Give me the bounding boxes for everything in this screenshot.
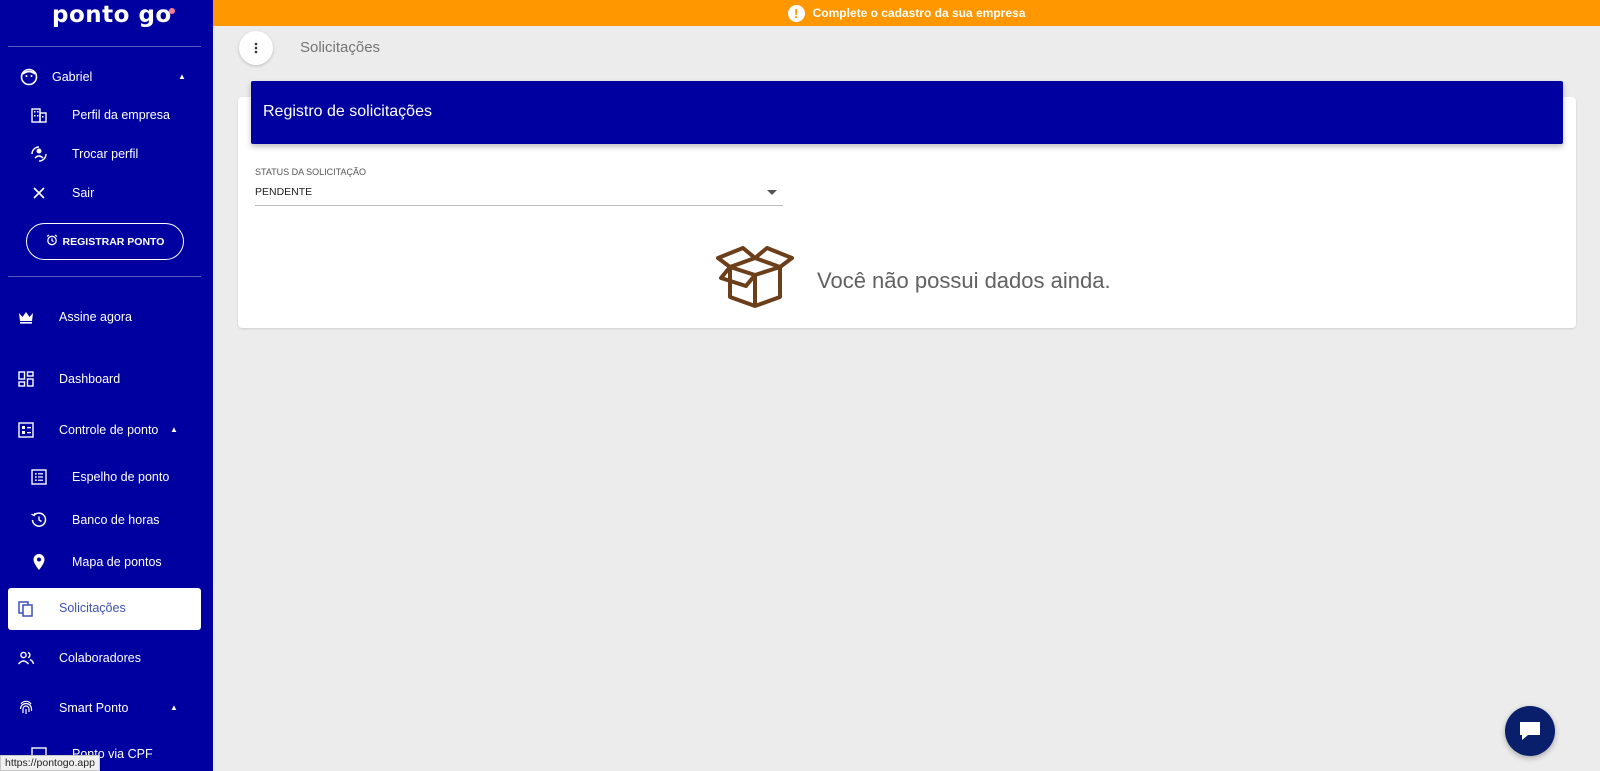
user-menu-toggle[interactable]: Gabriel ▲ xyxy=(0,60,213,94)
caret-up-icon: ▲ xyxy=(170,703,178,712)
sidebar-divider xyxy=(8,46,201,47)
building-icon xyxy=(29,105,49,125)
nav-label: Perfil da empresa xyxy=(72,108,170,122)
register-punch-label: REGISTRAR PONTO xyxy=(62,235,165,248)
nav-label: Espelho de ponto xyxy=(72,470,170,484)
empty-box-icon xyxy=(716,245,794,314)
status-filter-value: PENDENTE xyxy=(255,186,313,198)
nav-item-subscribe[interactable]: Assine agora xyxy=(0,300,213,334)
empty-state-text: Você não possui dados ainda. xyxy=(817,268,1111,293)
alert-icon: ! xyxy=(787,4,805,22)
more-options-button[interactable] xyxy=(239,31,273,65)
chat-bubble-icon xyxy=(1520,722,1540,740)
caret-up-icon: ▲ xyxy=(170,425,178,434)
history-icon xyxy=(29,510,49,530)
status-filter-select[interactable]: PENDENTE xyxy=(255,181,783,206)
browser-status-url: https://pontogo.app xyxy=(0,755,100,771)
card-title: Registro de solicitações xyxy=(263,103,432,120)
banner-text: Complete o cadastro da sua empresa xyxy=(812,6,1026,20)
crown-icon xyxy=(16,307,36,327)
nav-item-hour-bank[interactable]: Banco de horas xyxy=(0,503,213,537)
sidebar: ponto go Gabriel ▲ Perfil da empresa Tro… xyxy=(0,0,213,771)
copy-icon xyxy=(16,599,36,619)
nav-label: Mapa de pontos xyxy=(72,555,162,569)
brand-logo[interactable]: ponto go xyxy=(52,2,175,28)
nav-label: Colaboradores xyxy=(59,651,141,665)
map-pin-icon xyxy=(29,552,49,572)
nav-item-switch-profile[interactable]: Trocar perfil xyxy=(0,137,213,171)
nav-label: Assine agora xyxy=(59,310,132,324)
fingerprint-icon xyxy=(16,698,36,718)
nav-label: Controle de ponto xyxy=(59,423,159,437)
nav-label: Solicitações xyxy=(59,601,126,615)
nav-item-timesheet[interactable]: Espelho de ponto xyxy=(0,460,213,494)
dashboard-icon xyxy=(16,369,36,389)
avatar-icon xyxy=(19,67,39,87)
register-punch-button[interactable]: REGISTRAR PONTO xyxy=(26,223,184,260)
swap-profile-icon xyxy=(29,144,49,164)
list-icon xyxy=(29,467,49,487)
nav-label: Banco de horas xyxy=(72,513,160,527)
time-control-icon xyxy=(16,420,36,440)
dropdown-arrow-icon xyxy=(767,190,777,195)
user-name: Gabriel xyxy=(52,70,93,84)
people-icon xyxy=(16,648,36,668)
nav-item-company-profile[interactable]: Perfil da empresa xyxy=(0,98,213,132)
card-header: Registro de solicitações xyxy=(251,81,1563,144)
nav-label: Dashboard xyxy=(59,372,121,386)
nav-item-smart-ponto[interactable]: Smart Ponto ▲ xyxy=(0,691,213,725)
close-icon xyxy=(29,183,49,203)
alarm-clock-icon xyxy=(46,234,58,249)
page-title: Solicitações xyxy=(300,39,381,56)
nav-label: Trocar perfil xyxy=(72,147,139,161)
nav-item-employees[interactable]: Colaboradores xyxy=(0,641,213,675)
nav-item-dashboard[interactable]: Dashboard xyxy=(0,362,213,396)
caret-up-icon: ▲ xyxy=(178,72,186,81)
nav-item-points-map[interactable]: Mapa de pontos xyxy=(0,545,213,579)
chat-support-button[interactable] xyxy=(1505,706,1555,756)
more-vert-icon xyxy=(254,42,258,54)
nav-item-logout[interactable]: Sair xyxy=(0,176,213,210)
nav-label: Smart Ponto xyxy=(59,701,129,715)
status-filter-label: STATUS DA SOLICITAÇÃO xyxy=(255,167,367,177)
sidebar-divider xyxy=(8,276,201,277)
nav-item-time-control[interactable]: Controle de ponto ▲ xyxy=(0,413,213,447)
nav-item-requests[interactable]: Solicitações xyxy=(8,588,201,630)
complete-registration-banner[interactable]: ! Complete o cadastro da sua empresa xyxy=(213,0,1600,26)
nav-label: Sair xyxy=(72,186,95,200)
